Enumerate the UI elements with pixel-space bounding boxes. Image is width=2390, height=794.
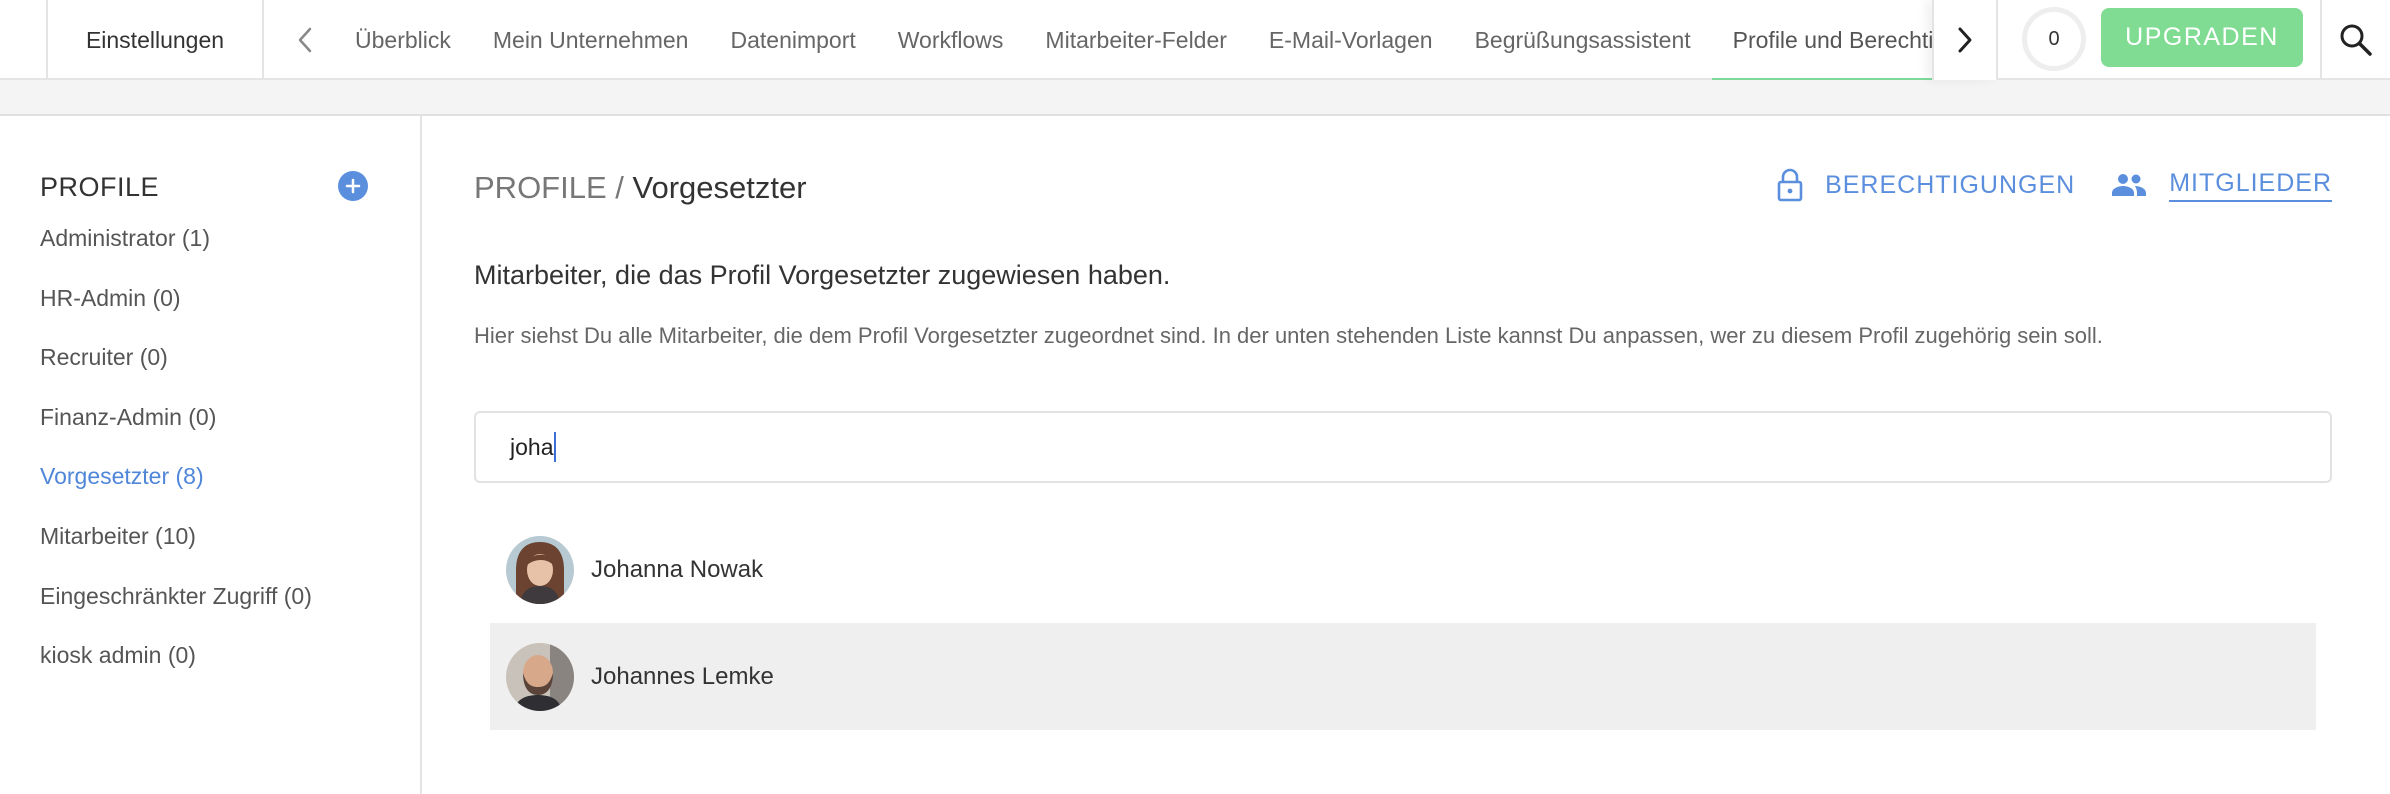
profile-actions: BERECHTIGUNGEN MITGLIEDER <box>1741 168 2332 202</box>
upgrade-button[interactable]: UPGRADEN <box>2101 8 2303 67</box>
tab-ueberblick[interactable]: Überblick <box>334 0 472 80</box>
result-name: Johanna Nowak <box>591 555 764 583</box>
sidebar-item-eingeschraenkter-zugriff[interactable]: Eingeschränkter Zugriff (0) <box>40 581 312 641</box>
list-item[interactable]: Johanna Nowak <box>490 516 2316 623</box>
global-search-button[interactable] <box>2320 0 2390 80</box>
member-search-input[interactable]: joha <box>474 411 2332 483</box>
plus-icon <box>345 178 361 194</box>
tab-datenimport[interactable]: Datenimport <box>709 0 876 80</box>
sidebar-item-mitarbeiter[interactable]: Mitarbeiter (10) <box>40 521 312 581</box>
search-results-list: Johanna Nowak Johannes Lemke <box>490 516 2316 730</box>
sidebar-item-recruiter[interactable]: Recruiter (0) <box>40 342 312 402</box>
section-description: Hier siehst Du alle Mitarbeiter, die dem… <box>474 323 2103 348</box>
chevron-right-icon <box>1958 27 1972 53</box>
tabs-scroll-right-button[interactable] <box>1932 0 1998 80</box>
result-name: Johannes Lemke <box>591 662 774 690</box>
sidebar-title: PROFILE <box>40 172 160 202</box>
list-item[interactable]: Johannes Lemke <box>490 623 2316 730</box>
chevron-left-icon <box>298 27 312 53</box>
sidebar-item-hr-admin[interactable]: HR-Admin (0) <box>40 283 312 343</box>
members-label: MITGLIEDER <box>2169 169 2332 202</box>
top-navigation-bar: Einstellungen Überblick Mein Unternehmen… <box>0 0 2390 80</box>
settings-tabs-viewport: Überblick Mein Unternehmen Datenimport W… <box>334 0 1932 80</box>
avatar <box>506 535 574 604</box>
settings-breadcrumb[interactable]: Einstellungen <box>48 0 264 80</box>
tab-mein-unternehmen[interactable]: Mein Unternehmen <box>472 0 710 80</box>
sidebar-item-kiosk-admin[interactable]: kiosk admin (0) <box>40 640 312 700</box>
profile-list: Administrator (1) HR-Admin (0) Recruiter… <box>40 223 312 700</box>
search-icon <box>2340 24 2372 56</box>
profile-detail: PROFILE / Vorgesetzter BERECHTIGUNGEN MI… <box>474 116 2332 794</box>
text-cursor <box>554 432 557 462</box>
tab-workflows[interactable]: Workflows <box>877 0 1025 80</box>
back-area[interactable] <box>0 0 48 80</box>
notification-counter[interactable]: 0 <box>2022 7 2086 71</box>
permissions-link[interactable]: BERECHTIGUNGEN <box>1777 168 2075 202</box>
section-heading: Mitarbeiter, die das Profil Vorgesetzter… <box>474 260 1171 290</box>
tab-profile-und-berechtigungen[interactable]: Profile und Berechtigungen <box>1711 0 1932 80</box>
members-link[interactable]: MITGLIEDER <box>2111 169 2332 202</box>
breadcrumb: PROFILE / Vorgesetzter <box>474 170 807 206</box>
tab-begruessungsassistent[interactable]: Begrüßungsassistent <box>1454 0 1712 80</box>
add-profile-button[interactable] <box>338 171 368 201</box>
sidebar-item-finanz-admin[interactable]: Finanz-Admin (0) <box>40 402 312 462</box>
tab-email-vorlagen[interactable]: E-Mail-Vorlagen <box>1248 0 1454 80</box>
sidebar-item-vorgesetzter[interactable]: Vorgesetzter (8) <box>40 461 312 521</box>
permissions-label: BERECHTIGUNGEN <box>1825 170 2076 199</box>
breadcrumb-root[interactable]: PROFILE / <box>474 170 624 205</box>
tabs-scroll-left-button[interactable] <box>282 0 328 80</box>
settings-panel: PROFILE Administrator (1) HR-Admin (0) R… <box>0 114 2390 794</box>
profiles-sidebar: PROFILE Administrator (1) HR-Admin (0) R… <box>0 116 422 794</box>
settings-tabs: Überblick Mein Unternehmen Datenimport W… <box>334 0 1932 80</box>
lock-icon <box>1777 168 1803 202</box>
tab-mitarbeiter-felder[interactable]: Mitarbeiter-Felder <box>1024 0 1248 80</box>
avatar <box>506 642 574 711</box>
sidebar-item-administrator[interactable]: Administrator (1) <box>40 223 312 283</box>
member-search-value: joha <box>510 433 554 460</box>
people-icon <box>2111 173 2147 197</box>
breadcrumb-current: Vorgesetzter <box>632 170 807 205</box>
